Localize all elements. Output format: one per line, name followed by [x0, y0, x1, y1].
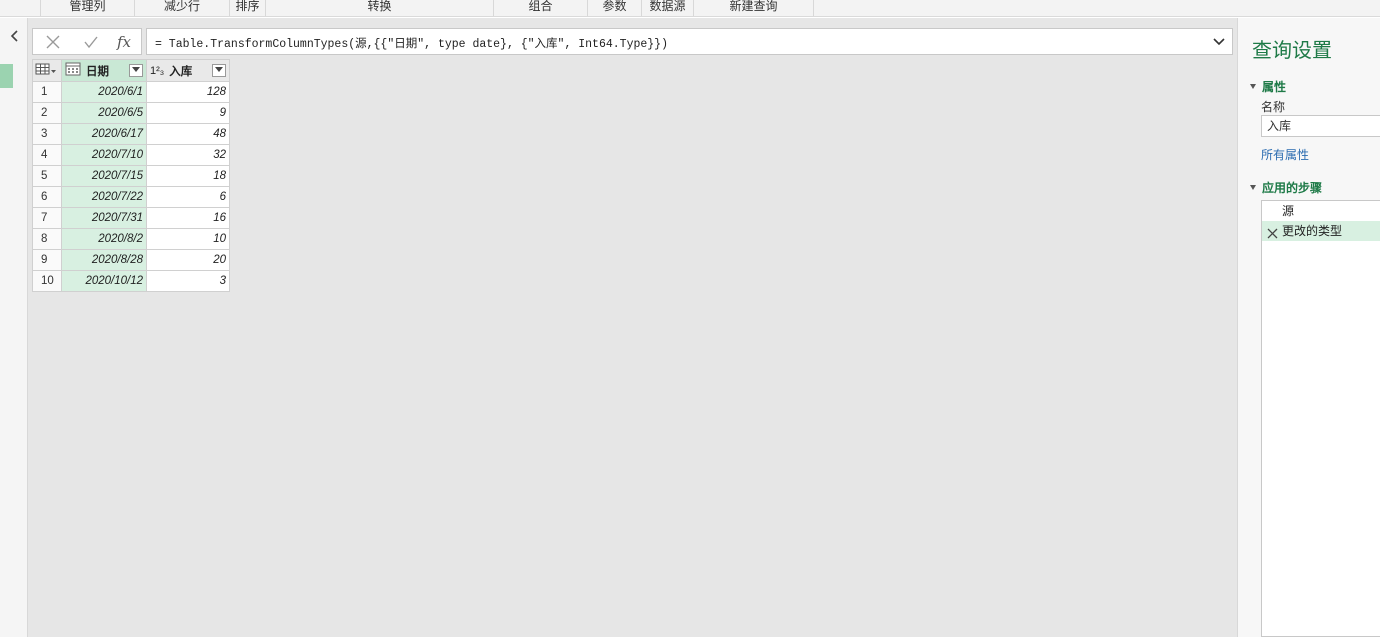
- cell-qty[interactable]: 6: [146, 186, 230, 208]
- table-row[interactable]: 6 2020/7/22 6: [32, 186, 230, 208]
- applied-steps-list: 源 更改的类型: [1261, 200, 1380, 637]
- row-number: 5: [32, 165, 62, 187]
- calendar-icon: [65, 62, 81, 79]
- data-preview-area: fx = Table.TransformColumnTypes(源,{{"日期"…: [28, 18, 1237, 637]
- data-grid: 日期 1²₃ 入库 1 2020/6/1 128 2 2020/6/5 9 3 …: [32, 59, 230, 292]
- ribbon-group-new-query[interactable]: 新建查询: [694, 0, 814, 16]
- row-number: 1: [32, 81, 62, 103]
- ribbon-group-combine[interactable]: 组合: [494, 0, 588, 16]
- ribbon-group-reduce-rows[interactable]: 减少行: [135, 0, 230, 16]
- cell-date[interactable]: 2020/8/28: [61, 249, 147, 271]
- table-row[interactable]: 1 2020/6/1 128: [32, 81, 230, 103]
- properties-label: 属性: [1262, 80, 1287, 94]
- cell-qty[interactable]: 18: [146, 165, 230, 187]
- row-number: 9: [32, 249, 62, 271]
- column-name-qty: 入库: [169, 65, 193, 78]
- chevron-left-icon[interactable]: [8, 28, 22, 44]
- queries-pane-collapsed: [0, 18, 28, 637]
- cell-qty[interactable]: 20: [146, 249, 230, 271]
- applied-steps-label: 应用的步骤: [1262, 181, 1323, 195]
- table-row[interactable]: 9 2020/8/28 20: [32, 249, 230, 271]
- cell-date[interactable]: 2020/8/2: [61, 228, 147, 250]
- column-filter-button[interactable]: [212, 63, 226, 77]
- formula-text[interactable]: = Table.TransformColumnTypes(源,{{"日期", t…: [155, 35, 668, 51]
- row-number: 4: [32, 144, 62, 166]
- row-number: 2: [32, 102, 62, 124]
- cell-qty[interactable]: 48: [146, 123, 230, 145]
- ribbon-group-labels: 管理列 减少行 排序 转换 组合 参数 数据源 新建查询: [0, 0, 1380, 17]
- cell-qty[interactable]: 10: [146, 228, 230, 250]
- properties-section-header[interactable]: 属性: [1250, 78, 1286, 95]
- table-icon: [35, 63, 56, 75]
- cell-qty[interactable]: 128: [146, 81, 230, 103]
- cell-qty[interactable]: 16: [146, 207, 230, 229]
- cell-qty[interactable]: 9: [146, 102, 230, 124]
- all-properties-link[interactable]: 所有属性: [1261, 146, 1309, 163]
- cell-date[interactable]: 2020/7/22: [61, 186, 147, 208]
- row-number: 7: [32, 207, 62, 229]
- applied-steps-section-header[interactable]: 应用的步骤: [1250, 179, 1322, 196]
- column-header-date[interactable]: 日期: [61, 59, 147, 82]
- table-row[interactable]: 4 2020/7/10 32: [32, 144, 230, 166]
- ribbon-group-transform[interactable]: 转换: [266, 0, 494, 16]
- formula-bar-buttons: fx: [32, 28, 142, 55]
- fx-icon[interactable]: fx: [113, 32, 135, 52]
- row-number: 10: [32, 270, 62, 292]
- collapse-triangle-icon[interactable]: [1250, 84, 1256, 89]
- collapse-triangle-icon[interactable]: [1250, 185, 1256, 190]
- step-label: 源: [1282, 204, 1295, 218]
- queries-pane-tab[interactable]: [0, 64, 13, 88]
- cell-date[interactable]: 2020/6/1: [61, 81, 147, 103]
- name-label: 名称: [1261, 100, 1286, 114]
- step-label: 更改的类型: [1282, 224, 1343, 238]
- cell-date[interactable]: 2020/6/17: [61, 123, 147, 145]
- panel-title: 查询设置: [1252, 40, 1332, 62]
- column-filter-button[interactable]: [129, 63, 143, 77]
- close-icon[interactable]: [42, 32, 64, 52]
- column-header-qty[interactable]: 1²₃ 入库: [146, 59, 230, 82]
- table-corner-menu[interactable]: [32, 59, 62, 82]
- query-settings-panel: 查询设置 属性 名称 入库 所有属性 应用的步骤 源 更改的类型: [1237, 18, 1380, 637]
- cell-date[interactable]: 2020/7/15: [61, 165, 147, 187]
- cell-date[interactable]: 2020/7/31: [61, 207, 147, 229]
- ribbon-group-data-source[interactable]: 数据源: [642, 0, 694, 16]
- step-item-changed-type[interactable]: 更改的类型: [1262, 221, 1380, 241]
- table-row[interactable]: 8 2020/8/2 10: [32, 228, 230, 250]
- row-number: 3: [32, 123, 62, 145]
- cell-date[interactable]: 2020/7/10: [61, 144, 147, 166]
- table-row[interactable]: 7 2020/7/31 16: [32, 207, 230, 229]
- row-number: 6: [32, 186, 62, 208]
- query-name-input[interactable]: 入库: [1261, 115, 1380, 137]
- ribbon-group-parameters[interactable]: 参数: [588, 0, 642, 16]
- step-item-source[interactable]: 源: [1262, 201, 1380, 221]
- cell-qty[interactable]: 3: [146, 270, 230, 292]
- column-name-date: 日期: [86, 65, 109, 78]
- cell-date[interactable]: 2020/6/5: [61, 102, 147, 124]
- ribbon-group-sort[interactable]: 排序: [230, 0, 266, 16]
- chevron-down-icon[interactable]: [1212, 35, 1226, 49]
- table-row[interactable]: 2 2020/6/5 9: [32, 102, 230, 124]
- table-row[interactable]: 5 2020/7/15 18: [32, 165, 230, 187]
- table-row[interactable]: 10 2020/10/12 3: [32, 270, 230, 292]
- formula-input[interactable]: = Table.TransformColumnTypes(源,{{"日期", t…: [146, 28, 1233, 55]
- cell-date[interactable]: 2020/10/12: [61, 270, 147, 292]
- row-number: 8: [32, 228, 62, 250]
- ribbon-group-manage-columns[interactable]: 管理列: [40, 0, 135, 16]
- delete-step-icon[interactable]: [1267, 225, 1278, 239]
- check-icon[interactable]: [80, 32, 102, 52]
- table-row[interactable]: 3 2020/6/17 48: [32, 123, 230, 145]
- cell-qty[interactable]: 32: [146, 144, 230, 166]
- whole-number-type-icon: 1²₃: [150, 64, 165, 77]
